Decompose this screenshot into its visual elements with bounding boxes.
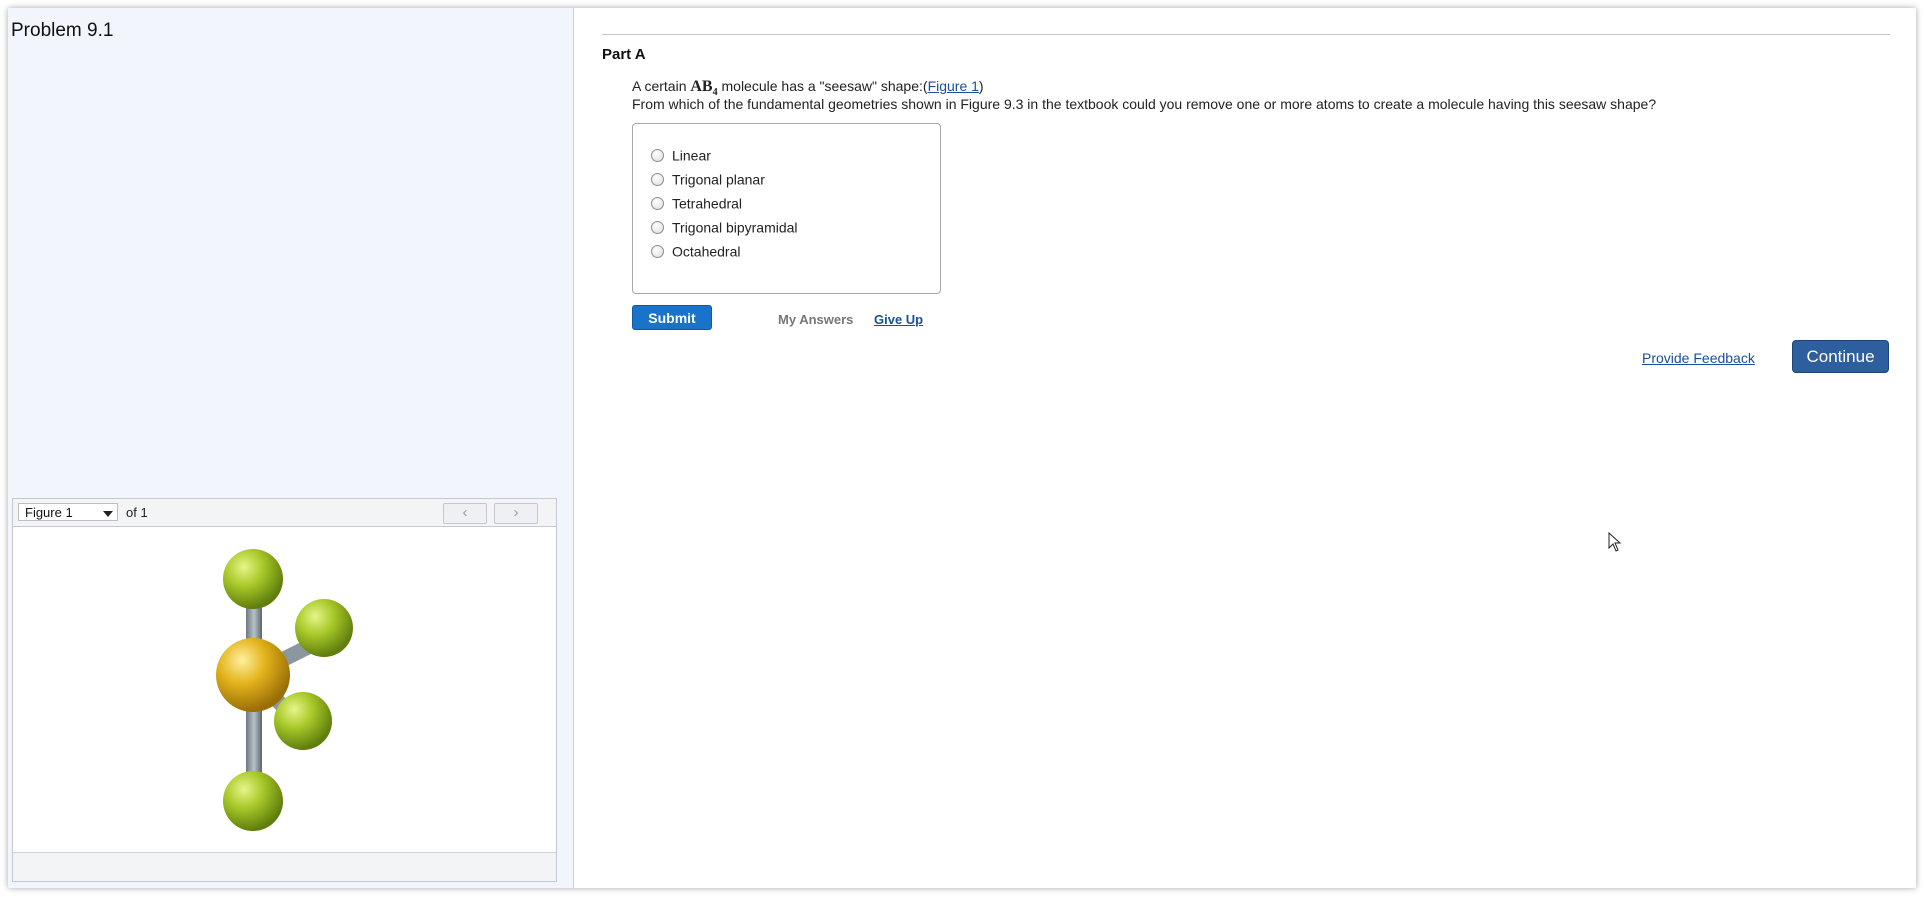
atom-central — [216, 638, 290, 712]
chevron-left-icon: ‹ — [462, 504, 468, 521]
choice-label: Trigonal planar — [672, 171, 765, 188]
give-up-link[interactable]: Give Up — [874, 312, 923, 327]
choice-trigonal-bipyramidal[interactable]: Trigonal bipyramidal — [651, 218, 798, 238]
question-suffix: ) — [978, 78, 984, 94]
figure-viewer: Figure 1 of 1 ‹ › — [12, 498, 557, 882]
problem-title: Problem 9.1 — [11, 20, 114, 41]
figure-count: of 1 — [126, 505, 148, 520]
mouse-cursor-icon — [1608, 532, 1622, 552]
question-mid: molecule has a "seesaw" shape:( — [717, 78, 928, 94]
choice-tetrahedral[interactable]: Tetrahedral — [651, 194, 742, 214]
figure-select[interactable]: Figure 1 — [18, 503, 118, 521]
molecule-formula: AB4 — [690, 78, 717, 98]
part-title: Part A — [602, 46, 646, 63]
choice-label: Linear — [672, 147, 711, 164]
figure-select-value: Figure 1 — [25, 505, 73, 520]
radio-button[interactable] — [651, 148, 664, 162]
prev-figure-button[interactable]: ‹ — [443, 503, 487, 524]
radio-button[interactable] — [651, 244, 664, 258]
figure-footer — [13, 852, 556, 881]
choice-label: Trigonal bipyramidal — [672, 219, 798, 236]
chevron-down-icon — [103, 511, 113, 517]
provide-feedback-link[interactable]: Provide Feedback — [1642, 350, 1755, 366]
main-content: Part A A certain AB4 molecule has a "see… — [574, 8, 1916, 888]
next-figure-button[interactable]: › — [494, 503, 538, 524]
seesaw-molecule-figure — [216, 549, 353, 831]
choice-label: Tetrahedral — [672, 195, 743, 212]
chevron-right-icon: › — [513, 504, 519, 521]
choice-octahedral[interactable]: Octahedral — [651, 242, 740, 262]
figure-link[interactable]: Figure 1 — [928, 78, 979, 94]
my-answers-label: My Answers — [778, 312, 854, 327]
formula-main: AB — [690, 78, 713, 95]
atom-top — [223, 549, 283, 609]
atom-upper-right — [295, 599, 353, 657]
radio-button[interactable] — [651, 196, 664, 210]
left-panel: Problem 9.1 Figure 1 of 1 ‹ › — [8, 8, 574, 888]
continue-button[interactable]: Continue — [1792, 340, 1889, 373]
figure-toolbar: Figure 1 of 1 ‹ › — [13, 499, 556, 527]
atom-bottom — [223, 771, 283, 831]
radio-button[interactable] — [651, 172, 664, 186]
submit-button[interactable]: Submit — [632, 305, 712, 330]
radio-button[interactable] — [651, 220, 664, 234]
question-line-2: From which of the fundamental geometries… — [632, 96, 1657, 112]
choice-label: Octahedral — [672, 243, 741, 260]
atom-lower-right — [274, 692, 332, 750]
choice-linear[interactable]: Linear — [651, 146, 711, 166]
answer-choices: Linear Trigonal planar Tetrahedral Trigo… — [632, 123, 941, 294]
choice-trigonal-planar[interactable]: Trigonal planar — [651, 170, 765, 190]
question-prefix: A certain — [632, 78, 691, 94]
divider — [602, 34, 1890, 35]
app-window: Problem 9.1 Figure 1 of 1 ‹ › Part A A c… — [8, 8, 1916, 888]
